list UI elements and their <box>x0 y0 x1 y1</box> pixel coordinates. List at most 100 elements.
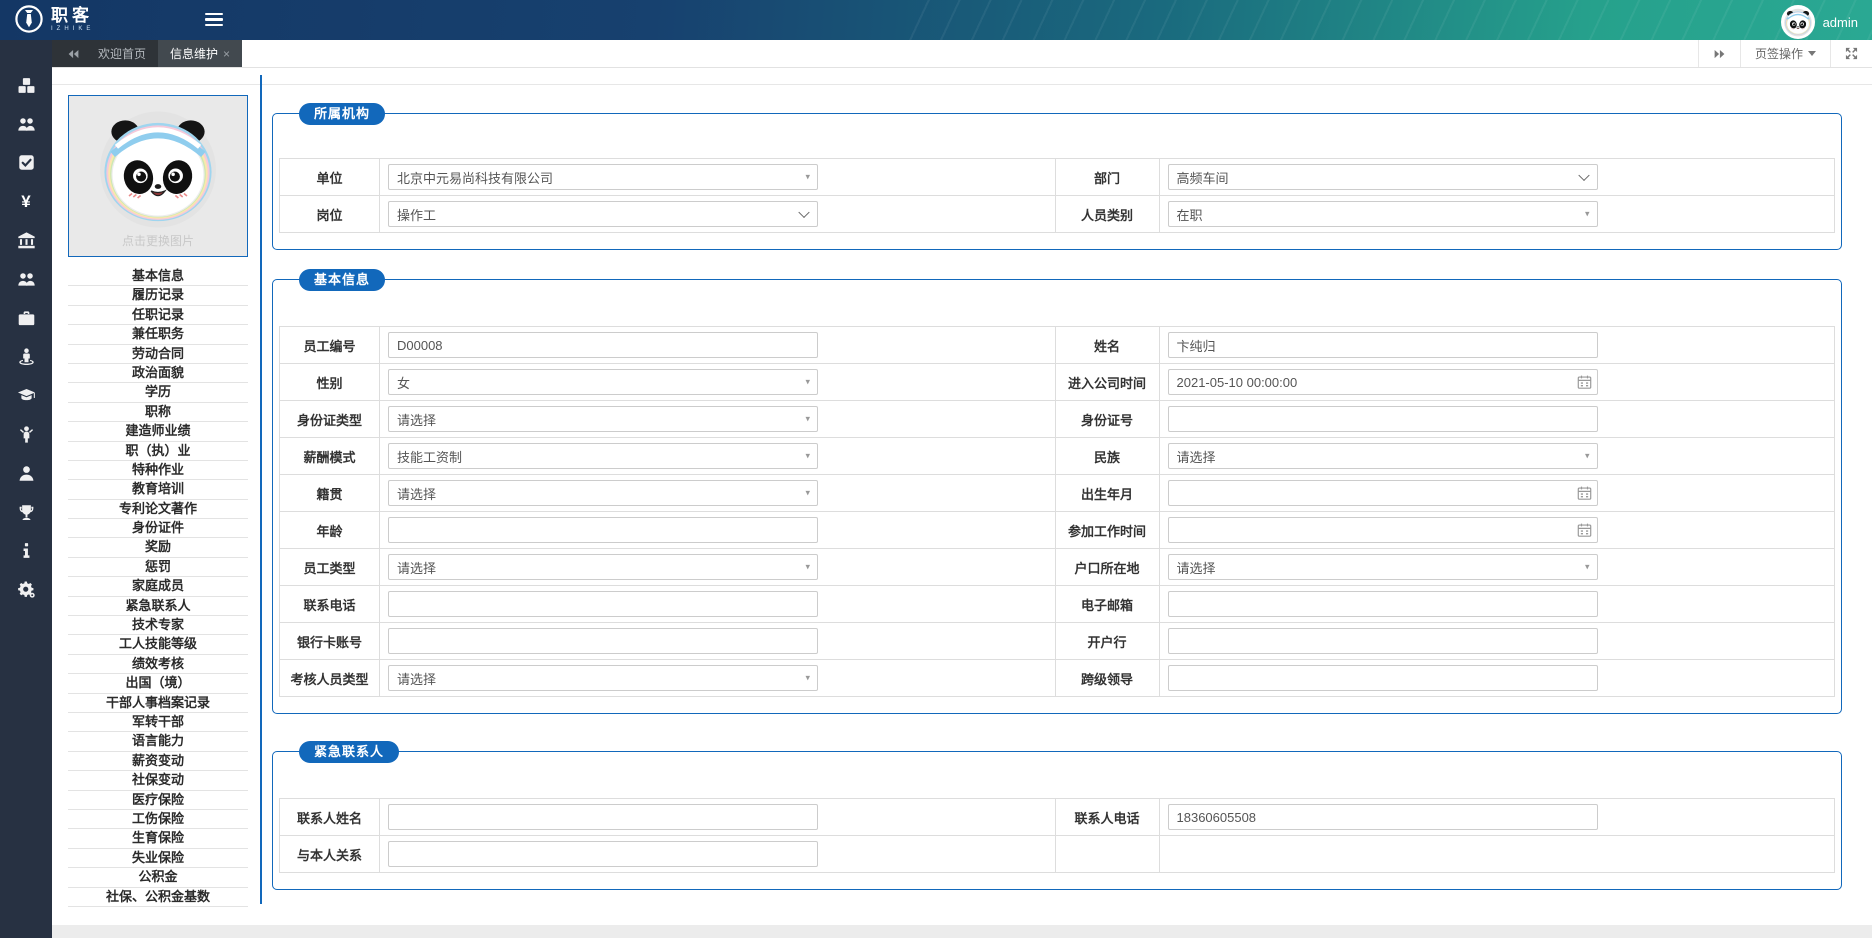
text-input[interactable] <box>388 841 818 867</box>
text-input[interactable] <box>388 628 818 654</box>
profile-menu-item[interactable]: 基本信息 <box>68 267 248 286</box>
employee-photo-upload[interactable]: 点击更换图片 <box>68 95 248 257</box>
trophy-icon[interactable] <box>0 493 52 532</box>
profile-menu-item[interactable]: 职称 <box>68 403 248 422</box>
tab-close-icon[interactable]: × <box>223 47 230 61</box>
profile-menu-item[interactable]: 技术专家 <box>68 616 248 635</box>
profile-menu-item[interactable]: 紧急联系人 <box>68 597 248 616</box>
profile-menu-item[interactable]: 专利论文著作 <box>68 500 248 519</box>
brand-logo[interactable]: 职客 IZHIKE <box>14 4 94 34</box>
field-cell <box>1159 623 1835 660</box>
text-input[interactable] <box>1168 665 1598 691</box>
profile-menu-item[interactable]: 特种作业 <box>68 461 248 480</box>
profile-menu-item[interactable]: 干部人事档案记录 <box>68 694 248 713</box>
profile-menu-item[interactable]: 家庭成员 <box>68 577 248 596</box>
dropdown-select[interactable]: 请选择▾ <box>388 665 818 691</box>
tab-operations-dropdown[interactable]: 页签操作 <box>1740 40 1830 67</box>
field-cell: 在职▾ <box>1159 196 1835 233</box>
profile-menu-item[interactable]: 公积金 <box>68 868 248 887</box>
text-input[interactable] <box>1168 332 1598 358</box>
profile-menu-item[interactable]: 社保、公积金基数 <box>68 888 248 907</box>
field-cell <box>380 836 1056 873</box>
field-label: 身份证类型 <box>280 401 380 438</box>
date-input[interactable] <box>1168 369 1598 395</box>
calendar-icon[interactable] <box>1577 375 1592 390</box>
dropdown-select[interactable]: 女▾ <box>388 369 818 395</box>
profile-menu-item[interactable]: 履历记录 <box>68 286 248 305</box>
dropdown-select[interactable]: 在职▾ <box>1168 201 1598 227</box>
profile-menu-item[interactable]: 医疗保险 <box>68 791 248 810</box>
check-square-icon[interactable] <box>0 144 52 183</box>
profile-menu-item[interactable]: 工伤保险 <box>68 810 248 829</box>
native-select[interactable]: 高频车间 <box>1168 164 1598 190</box>
profile-menu-item[interactable]: 职（执）业 <box>68 442 248 461</box>
text-input[interactable] <box>1168 628 1598 654</box>
profile-menu-item[interactable]: 社保变动 <box>68 771 248 790</box>
dropdown-select[interactable]: 请选择▾ <box>388 480 818 506</box>
profile-menu-item[interactable]: 薪资变动 <box>68 752 248 771</box>
dropdown-select[interactable]: 请选择▾ <box>388 554 818 580</box>
bank-icon[interactable] <box>0 221 52 260</box>
fullscreen-button[interactable] <box>1830 40 1872 67</box>
sidebar-toggle-button[interactable] <box>205 13 223 29</box>
tab-operations-label: 页签操作 <box>1755 45 1803 62</box>
dropdown-select[interactable]: 请选择▾ <box>1168 554 1598 580</box>
profile-menu-item[interactable]: 语言能力 <box>68 732 248 751</box>
native-select[interactable]: 操作工 <box>388 201 818 227</box>
profile-menu-item[interactable]: 生育保险 <box>68 829 248 848</box>
calendar-icon[interactable] <box>1577 486 1592 501</box>
select-value: 在职 <box>1177 205 1203 224</box>
profile-menu-item[interactable]: 惩罚 <box>68 558 248 577</box>
profile-menu-item[interactable]: 绩效考核 <box>68 655 248 674</box>
select-value: 请选择 <box>397 558 436 577</box>
profile-menu-item[interactable]: 教育培训 <box>68 480 248 499</box>
profile-menu-item[interactable]: 工人技能等级 <box>68 635 248 654</box>
profile-menu-item[interactable]: 兼任职务 <box>68 325 248 344</box>
icon-sidebar: ¥ <box>0 40 52 938</box>
text-input[interactable] <box>1168 406 1598 432</box>
tabs-scroll-left-button[interactable] <box>60 40 86 67</box>
yen-icon[interactable]: ¥ <box>0 182 52 221</box>
graduation-cap-icon[interactable] <box>0 376 52 415</box>
dropdown-select[interactable]: 请选择▾ <box>1168 443 1598 469</box>
text-input[interactable] <box>388 332 818 358</box>
profile-menu-item[interactable]: 军转干部 <box>68 713 248 732</box>
tab-2[interactable]: 信息维护 × <box>158 40 242 67</box>
profile-menu-item[interactable]: 失业保险 <box>68 849 248 868</box>
street-view-icon[interactable] <box>0 338 52 377</box>
profile-menu-item[interactable]: 学历 <box>68 383 248 402</box>
date-input[interactable] <box>1168 480 1598 506</box>
select-value: 请选择 <box>397 484 436 503</box>
briefcase-icon[interactable] <box>0 299 52 338</box>
select-value: 高频车间 <box>1177 168 1229 187</box>
profile-menu-item[interactable]: 建造师业绩 <box>68 422 248 441</box>
calendar-icon[interactable] <box>1577 523 1592 538</box>
user-menu[interactable]: admin <box>1781 5 1858 39</box>
text-input[interactable] <box>388 804 818 830</box>
text-input[interactable] <box>388 591 818 617</box>
gears-icon[interactable] <box>0 570 52 609</box>
cubes-icon[interactable] <box>0 66 52 105</box>
info-icon[interactable] <box>0 532 52 571</box>
child-icon[interactable] <box>0 415 52 454</box>
tabs-scroll-right-button[interactable] <box>1698 40 1740 67</box>
dropdown-select[interactable]: 技能工资制▾ <box>388 443 818 469</box>
profile-menu-item[interactable]: 身份证件 <box>68 519 248 538</box>
text-input[interactable] <box>1168 804 1598 830</box>
dropdown-select[interactable]: 请选择▾ <box>388 406 818 432</box>
profile-menu-item[interactable]: 奖励 <box>68 538 248 557</box>
users-icon[interactable] <box>0 105 52 144</box>
profile-menu-item[interactable]: 政治面貌 <box>68 364 248 383</box>
text-input[interactable] <box>1168 591 1598 617</box>
chevron-down-icon: ▾ <box>805 376 810 387</box>
dropdown-select[interactable]: 北京中元易尚科技有限公司▾ <box>388 164 818 190</box>
profile-menu-item[interactable]: 出国（境） <box>68 674 248 693</box>
text-input[interactable] <box>388 517 818 543</box>
user-icon[interactable] <box>0 454 52 493</box>
tab-1[interactable]: 欢迎首页 <box>86 40 158 67</box>
team-icon[interactable] <box>0 260 52 299</box>
profile-menu-item[interactable]: 任职记录 <box>68 306 248 325</box>
date-input[interactable] <box>1168 517 1598 543</box>
tab-label: 信息维护 <box>170 45 218 62</box>
profile-menu-item[interactable]: 劳动合同 <box>68 345 248 364</box>
